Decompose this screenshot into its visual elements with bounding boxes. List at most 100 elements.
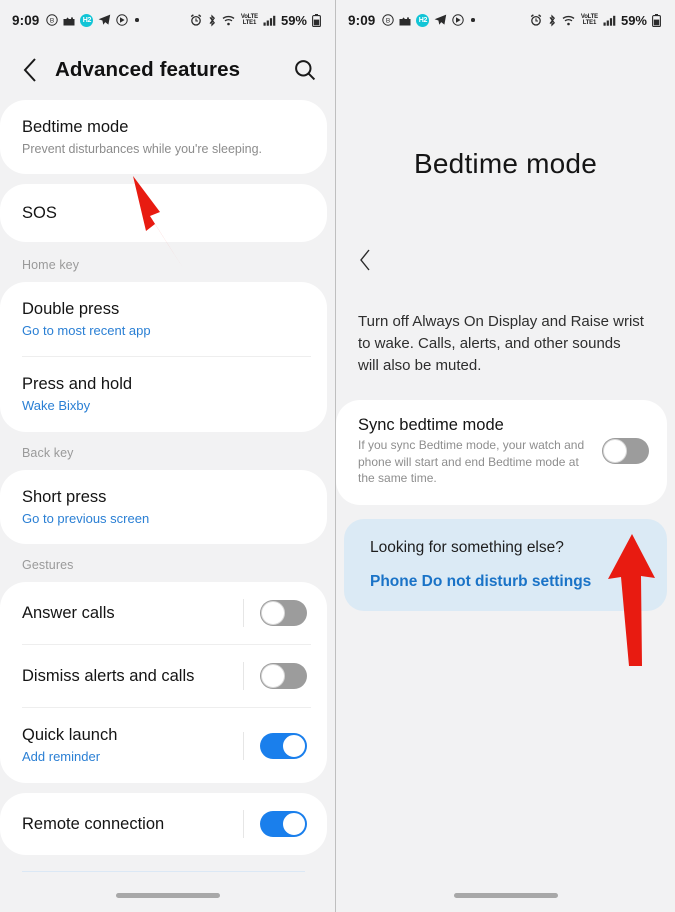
signal-bars-icon [603, 15, 616, 26]
list-item-sos[interactable]: SOS [0, 184, 327, 242]
toggle-divider [243, 731, 244, 760]
toggle-wrap [243, 809, 307, 838]
next-item-peek-line [22, 871, 305, 872]
battery-icon [652, 13, 661, 27]
list-item-title: Short press [22, 487, 107, 506]
left-phone-screen: 9:09 B H2 VoLTE LTE1 59% Advanced featur… [0, 0, 336, 912]
row-texts: Quick launch Add reminder [22, 725, 243, 766]
toggle-answer-calls[interactable] [260, 600, 307, 627]
dot-icon [471, 18, 475, 22]
toggle-divider [243, 599, 244, 628]
section-label-gestures: Gestures [22, 558, 74, 573]
list-item-title: Double press [22, 299, 120, 318]
row-texts: Press and hold Wake Bixby [22, 374, 307, 415]
wifi-icon [562, 14, 576, 26]
status-bar-left-icons: 9:09 B H2 [12, 13, 190, 28]
list-item-remote-connection[interactable]: Remote connection [0, 793, 327, 855]
h2-badge-icon: H2 [80, 13, 94, 27]
search-icon[interactable] [293, 58, 317, 82]
h2-badge-label: H2 [416, 13, 430, 27]
wifi-icon [222, 14, 236, 26]
left-app-header: Advanced features [0, 40, 335, 100]
card-gestures: Answer calls Dismiss alerts and calls Qu… [0, 582, 327, 783]
toggle-remote-connection[interactable] [260, 810, 307, 837]
circled-arrow-icon [452, 14, 465, 26]
status-bar-right-icons: VoLTE LTE1 59% [530, 13, 661, 28]
toggle-knob [261, 664, 285, 689]
signal-bars-icon [263, 15, 276, 26]
status-bar-left: 9:09 B H2 VoLTE LTE1 59% [0, 0, 335, 40]
sync-title: Sync bedtime mode [358, 416, 504, 435]
list-item-link[interactable]: Add reminder [22, 749, 243, 766]
list-item-title: Remote connection [22, 814, 165, 833]
status-bar-left-icons: 9:09 B H2 [348, 13, 530, 28]
back-chevron-icon[interactable] [22, 57, 39, 83]
list-item-answer-calls[interactable]: Answer calls [0, 582, 327, 644]
status-bar-right: 9:09 B H2 VoLTE LTE1 59% [336, 0, 675, 40]
toggle-knob [603, 439, 627, 464]
toggle-wrap [243, 599, 307, 628]
image-upload-icon [399, 15, 411, 26]
row-texts: Bedtime mode Prevent disturbances while … [22, 117, 307, 157]
page-title: Advanced features [55, 58, 241, 81]
toggle-wrap [243, 662, 307, 691]
home-indicator-right[interactable] [336, 893, 675, 898]
list-item-bedtime-mode[interactable]: Bedtime mode Prevent disturbances while … [0, 100, 327, 174]
h2-badge-label: H2 [80, 13, 94, 27]
toggle-divider [243, 662, 244, 691]
row-texts: Remote connection [22, 814, 243, 835]
detail-back-chevron-icon[interactable] [336, 180, 675, 277]
toggle-knob [282, 733, 306, 758]
list-item-dismiss-alerts-and-calls[interactable]: Dismiss alerts and calls [0, 645, 327, 707]
volte-icon: VoLTE LTE1 [241, 14, 258, 26]
section-label-home-key: Home key [22, 257, 80, 272]
toggle-knob [282, 811, 306, 836]
toggle-sync-bedtime-mode[interactable] [602, 438, 649, 465]
card-bedtime-mode: Bedtime mode Prevent disturbances while … [0, 100, 327, 174]
screenshot-root: 9:09 B H2 VoLTE LTE1 59% Advanced featur… [0, 0, 675, 912]
svg-text:B: B [50, 18, 54, 25]
status-time: 9:09 [12, 12, 40, 28]
list-item-subtitle: Prevent disturbances while you're sleepi… [22, 141, 263, 156]
toggle-dismiss-alerts-and-calls[interactable] [260, 663, 307, 690]
toggle-knob [261, 601, 285, 626]
bluetooth-icon [207, 14, 217, 27]
row-texts: Short press Go to previous screen [22, 487, 307, 528]
sync-subtitle: If you sync Bedtime mode, your watch and… [358, 438, 585, 486]
list-item-link[interactable]: Go to most recent app [22, 323, 307, 340]
toggle-quick-launch[interactable] [260, 732, 307, 759]
home-indicator-left[interactable] [0, 893, 335, 898]
list-item-title: Bedtime mode [22, 118, 129, 136]
card-sync-bedtime-mode[interactable]: Sync bedtime mode If you sync Bedtime mo… [336, 400, 667, 505]
home-indicator-bar [115, 893, 220, 898]
toggle-wrap [602, 438, 649, 465]
circled-b-icon: B [46, 14, 59, 26]
info-link-dnd-settings[interactable]: Phone Do not disturb settings [370, 573, 645, 591]
battery-percent-label: 59% [280, 12, 307, 28]
list-item-quick-launch[interactable]: Quick launch Add reminder [0, 708, 327, 783]
row-texts: SOS [22, 203, 307, 224]
list-item-title: SOS [22, 203, 57, 222]
list-item-double-press[interactable]: Double press Go to most recent app [0, 282, 327, 357]
card-back-key: Short press Go to previous screen [0, 469, 327, 545]
alarm-icon [530, 14, 542, 26]
bluetooth-icon [547, 14, 557, 27]
list-item-link[interactable]: Go to previous screen [22, 511, 307, 528]
telegram-icon [434, 14, 447, 26]
list-item-title: Dismiss alerts and calls [22, 667, 195, 686]
list-item-press-and-hold[interactable]: Press and hold Wake Bixby [0, 357, 327, 432]
list-item-link[interactable]: Wake Bixby [22, 398, 307, 415]
list-item-short-press[interactable]: Short press Go to previous screen [0, 470, 327, 545]
row-texts: Sync bedtime mode If you sync Bedtime mo… [358, 416, 592, 486]
volte-bottom-label: LTE1 [242, 20, 257, 26]
status-time: 9:09 [348, 12, 376, 28]
toggle-wrap [243, 731, 307, 760]
info-question: Looking for something else? [370, 538, 564, 556]
dot-icon [135, 18, 139, 22]
card-sos: SOS [0, 183, 327, 242]
section-label-back-key: Back key [22, 445, 74, 460]
detail-page-title: Bedtime mode [414, 148, 597, 179]
h2-badge-icon: H2 [416, 13, 430, 27]
battery-icon [312, 13, 321, 27]
row-texts: Dismiss alerts and calls [22, 666, 243, 687]
